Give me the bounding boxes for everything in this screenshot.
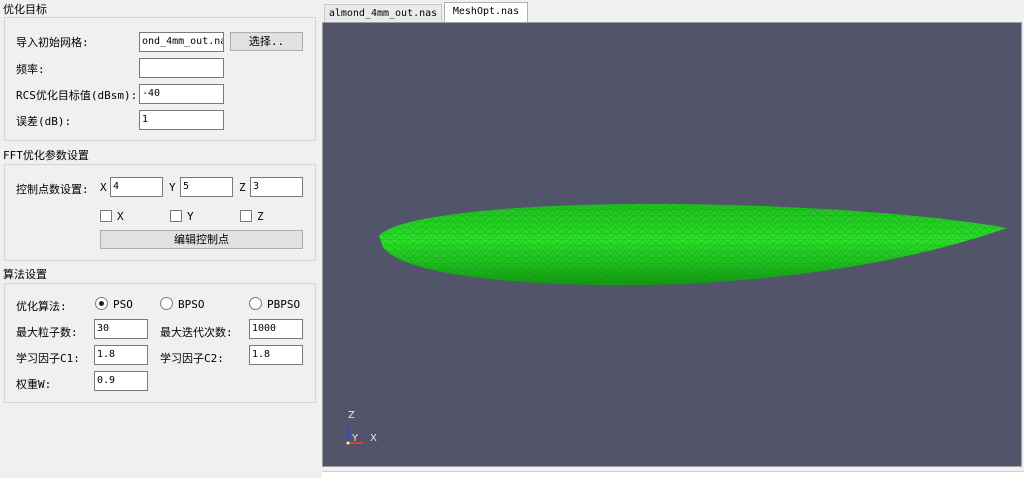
w-label: 权重W:: [16, 378, 52, 391]
error-label: 误差(dB):: [16, 115, 72, 128]
mesh-render: [346, 204, 1007, 445]
algorithm-title: 算法设置: [3, 268, 47, 281]
settings-panel: 优化目标 导入初始网格: ond_4mm_out.nas 选择.. 频率: RC…: [0, 0, 320, 478]
radio-pso[interactable]: [95, 297, 108, 310]
check-y[interactable]: [170, 210, 182, 222]
fft-params-title: FFT优化参数设置: [3, 149, 89, 162]
control-points-label: 控制点数设置:: [16, 183, 89, 196]
error-input[interactable]: 1: [139, 110, 224, 130]
tab-meshopt[interactable]: MeshOpt.nas: [444, 2, 528, 23]
max-iter-label: 最大迭代次数:: [160, 326, 233, 339]
viewer-panel: almond_4mm_out.nas MeshOpt.nas Z Y X: [322, 0, 1024, 478]
check-x[interactable]: [100, 210, 112, 222]
x-label: X: [100, 181, 107, 194]
rcs-target-label: RCS优化目标值(dBsm):: [16, 89, 138, 102]
c1-label: 学习因子C1:: [16, 352, 80, 365]
check-y-label: Y: [187, 210, 194, 223]
frequency-input[interactable]: [139, 58, 224, 78]
check-z-label: Z: [257, 210, 264, 223]
z-label: Z: [239, 181, 246, 194]
mesh-viewport[interactable]: Z Y X: [322, 22, 1022, 467]
check-x-label: X: [117, 210, 124, 223]
algo-label: 优化算法:: [16, 300, 67, 313]
import-mesh-input[interactable]: ond_4mm_out.nas: [139, 32, 224, 52]
status-strip: [322, 471, 1024, 478]
select-file-button[interactable]: 选择..: [230, 32, 303, 51]
c1-input[interactable]: 1.8: [94, 345, 148, 365]
almond-mesh: [379, 204, 1007, 285]
radio-pbpso[interactable]: [249, 297, 262, 310]
radio-pso-label: PSO: [113, 298, 133, 311]
radio-pbpso-label: PBPSO: [267, 298, 301, 311]
axis-y-label: Y: [352, 433, 359, 444]
y-count-input[interactable]: 5: [180, 177, 233, 197]
fft-params-group: 控制点数设置: X 4 Y 5 Z 3 X Y Z 编辑控制点: [4, 164, 316, 261]
max-iter-input[interactable]: 1000: [249, 319, 303, 339]
edit-control-points-button[interactable]: 编辑控制点: [100, 230, 303, 249]
y-label: Y: [169, 181, 176, 194]
x-count-input[interactable]: 4: [110, 177, 163, 197]
import-mesh-label: 导入初始网格:: [16, 36, 89, 49]
radio-bpso-label: BPSO: [178, 298, 205, 311]
algorithm-group: 优化算法: PSO BPSO PBPSO 最大粒子数: 30 最大迭代次数: 1…: [4, 283, 316, 403]
optimization-target-title: 优化目标: [3, 3, 47, 16]
z-count-input[interactable]: 3: [250, 177, 303, 197]
axis-x-label: X: [370, 433, 377, 444]
optimization-target-group: 导入初始网格: ond_4mm_out.nas 选择.. 频率: RCS优化目标…: [4, 17, 316, 141]
rcs-target-input[interactable]: -40: [139, 84, 224, 104]
c2-input[interactable]: 1.8: [249, 345, 303, 365]
radio-bpso[interactable]: [160, 297, 173, 310]
axis-z-label: Z: [348, 410, 355, 421]
tab-almond[interactable]: almond_4mm_out.nas: [324, 4, 442, 23]
max-particles-label: 最大粒子数:: [16, 326, 78, 339]
c2-label: 学习因子C2:: [160, 352, 224, 365]
frequency-label: 频率:: [16, 63, 45, 76]
max-particles-input[interactable]: 30: [94, 319, 148, 339]
w-input[interactable]: 0.9: [94, 371, 148, 391]
check-z[interactable]: [240, 210, 252, 222]
